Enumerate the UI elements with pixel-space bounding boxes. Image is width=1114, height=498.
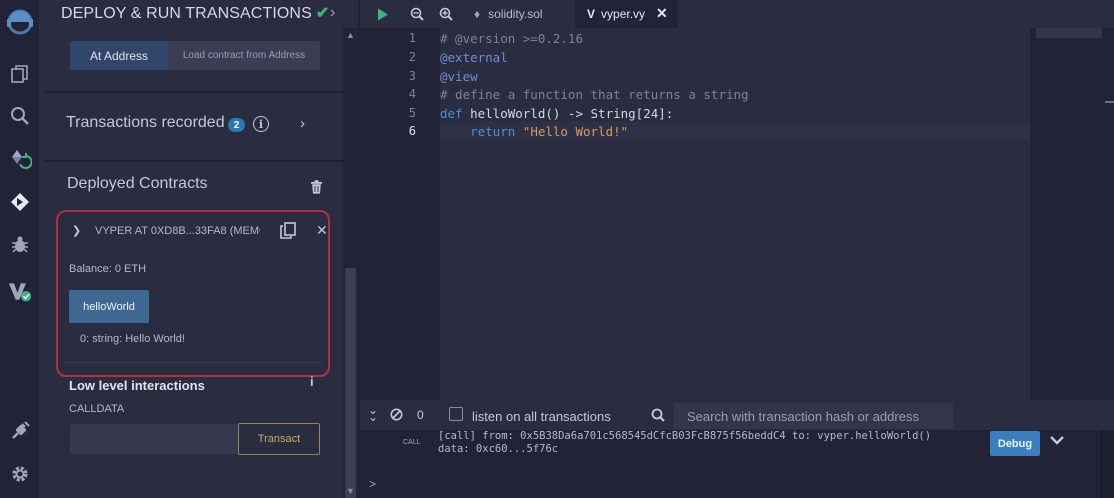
chevron-right-icon[interactable]: › <box>300 115 305 132</box>
line-number: 1 <box>408 31 416 45</box>
line-number-gutter: 1 2 3 4 5 6 <box>360 28 440 400</box>
chevron-right-icon[interactable]: › <box>330 4 335 22</box>
plugin-manager-icon[interactable] <box>8 419 32 443</box>
calldata-label: CALLDATA <box>69 403 125 415</box>
tab-solidity-sol[interactable]: ♦ solidity.sol <box>462 0 582 28</box>
tab-label: vyper.vy <box>601 7 646 21</box>
contract-instance-name[interactable]: VYPER AT 0XD8B...33FA8 (MEMORY) <box>95 225 260 237</box>
icon-rail <box>0 0 40 498</box>
checkmark-icon: ✔ <box>315 5 330 22</box>
collapse-terminal-icon[interactable]: ⌄ ⌄ <box>368 404 378 424</box>
trash-icon[interactable] <box>310 180 323 199</box>
transactions-recorded-label[interactable]: Transactions recorded <box>66 114 225 132</box>
code-line: # define a function that returns a strin… <box>440 87 749 102</box>
line-number: 4 <box>408 87 416 101</box>
clear-terminal-icon[interactable] <box>390 408 403 426</box>
panel-title-text: DEPLOY & RUN TRANSACTIONS <box>61 5 312 22</box>
close-icon[interactable]: ✕ <box>316 222 328 239</box>
vyper-icon[interactable] <box>8 280 32 304</box>
low-level-interactions-label: Low level interactions <box>69 378 205 393</box>
vyper-file-icon: V <box>587 7 596 21</box>
chevron-down-icon[interactable]: ❯ <box>72 224 81 237</box>
log-type-tag: CALL <box>403 439 421 446</box>
editor-tabs: ♦ solidity.sol V vyper.vy ✕ <box>360 0 1114 28</box>
zoom-in-icon[interactable] <box>437 4 455 24</box>
code-line: @view <box>440 69 478 84</box>
deployed-contracts-title: Deployed Contracts <box>67 175 208 192</box>
solidity-compiler-icon[interactable] <box>8 147 32 171</box>
code-line: # @version >=0.2.16 <box>440 31 583 46</box>
minimap-slider[interactable] <box>1036 28 1102 38</box>
listen-all-label[interactable]: listen on all transactions <box>472 409 611 424</box>
at-address-button[interactable]: At Address <box>70 41 168 70</box>
calldata-input[interactable] <box>70 424 238 454</box>
info-icon[interactable]: i <box>253 116 269 132</box>
line-number: 2 <box>408 50 416 64</box>
listen-all-checkbox[interactable] <box>449 407 463 421</box>
helloworld-function-button[interactable]: helloWorld <box>69 290 149 323</box>
file-explorer-icon[interactable] <box>8 62 32 86</box>
search-icon[interactable] <box>8 104 32 128</box>
deployed-contract-instance: ❯ VYPER AT 0XD8B...33FA8 (MEMORY) ✕ Bala… <box>56 210 330 377</box>
info-icon[interactable]: i <box>310 374 314 389</box>
divider <box>45 91 343 93</box>
code-area[interactable]: # @version >=0.2.16 @external @view # de… <box>440 28 1030 400</box>
debugger-icon[interactable] <box>8 233 32 257</box>
scroll-position-marker <box>1105 101 1114 103</box>
panel-scrollbar[interactable]: ▲ ▼ <box>343 28 358 498</box>
code-line: return "Hello World!" <box>470 124 629 139</box>
transact-button[interactable]: Transact <box>238 423 320 455</box>
solidity-file-icon: ♦ <box>474 7 481 21</box>
balance-label: Balance: 0 ETH <box>69 263 147 275</box>
panel-title: DEPLOY & RUN TRANSACTIONS ✔ <box>61 3 329 23</box>
function-result: 0: string: Hello World! <box>80 333 185 345</box>
load-contract-address-input[interactable]: Load contract from Address <box>168 41 320 70</box>
terminal-scrollbar[interactable] <box>1100 430 1114 498</box>
tab-label: solidity.sol <box>488 7 543 21</box>
pending-transactions-count: 0 <box>417 408 424 422</box>
code-line: def helloWorld() -> String[24]: <box>440 106 674 121</box>
search-icon <box>651 408 665 427</box>
line-number: 3 <box>408 69 416 83</box>
line-number: 6 <box>408 124 416 138</box>
divider <box>64 362 322 363</box>
log-line[interactable]: [call] from: 0x5B38Da6a701c568545dCfcB03… <box>438 430 958 442</box>
transaction-search-input[interactable] <box>674 403 953 429</box>
line-number: 5 <box>408 106 416 120</box>
debug-button[interactable]: Debug <box>990 431 1040 456</box>
copy-icon[interactable] <box>280 222 296 244</box>
remix-logo-icon[interactable] <box>4 6 36 38</box>
run-icon[interactable] <box>374 4 392 24</box>
divider <box>45 160 343 162</box>
transactions-count-badge: 2 <box>228 118 245 132</box>
terminal-prompt[interactable]: > <box>369 477 376 491</box>
scroll-down-icon[interactable]: ▼ <box>346 486 355 496</box>
terminal-toolbar: ⌄ ⌄ 0 listen on all transactions <box>360 400 1114 430</box>
zoom-out-icon[interactable] <box>408 4 426 24</box>
terminal-output: CALL [call] from: 0x5B38Da6a701c568545dC… <box>360 430 1114 498</box>
settings-icon[interactable] <box>8 462 32 486</box>
deploy-run-panel: DEPLOY & RUN TRANSACTIONS ✔ › At Address … <box>40 0 358 498</box>
close-tab-icon[interactable]: ✕ <box>656 5 668 22</box>
code-line: @external <box>440 50 508 65</box>
log-line[interactable]: data: 0xc60...5f76c <box>438 443 558 455</box>
deploy-run-icon[interactable] <box>8 190 32 214</box>
expand-log-icon[interactable] <box>1050 432 1064 450</box>
code-editor[interactable]: 1 2 3 4 5 6 # @version >=0.2.16 @externa… <box>360 28 1114 400</box>
scroll-up-icon[interactable]: ▲ <box>346 30 355 40</box>
scrollbar-thumb[interactable] <box>345 268 356 498</box>
